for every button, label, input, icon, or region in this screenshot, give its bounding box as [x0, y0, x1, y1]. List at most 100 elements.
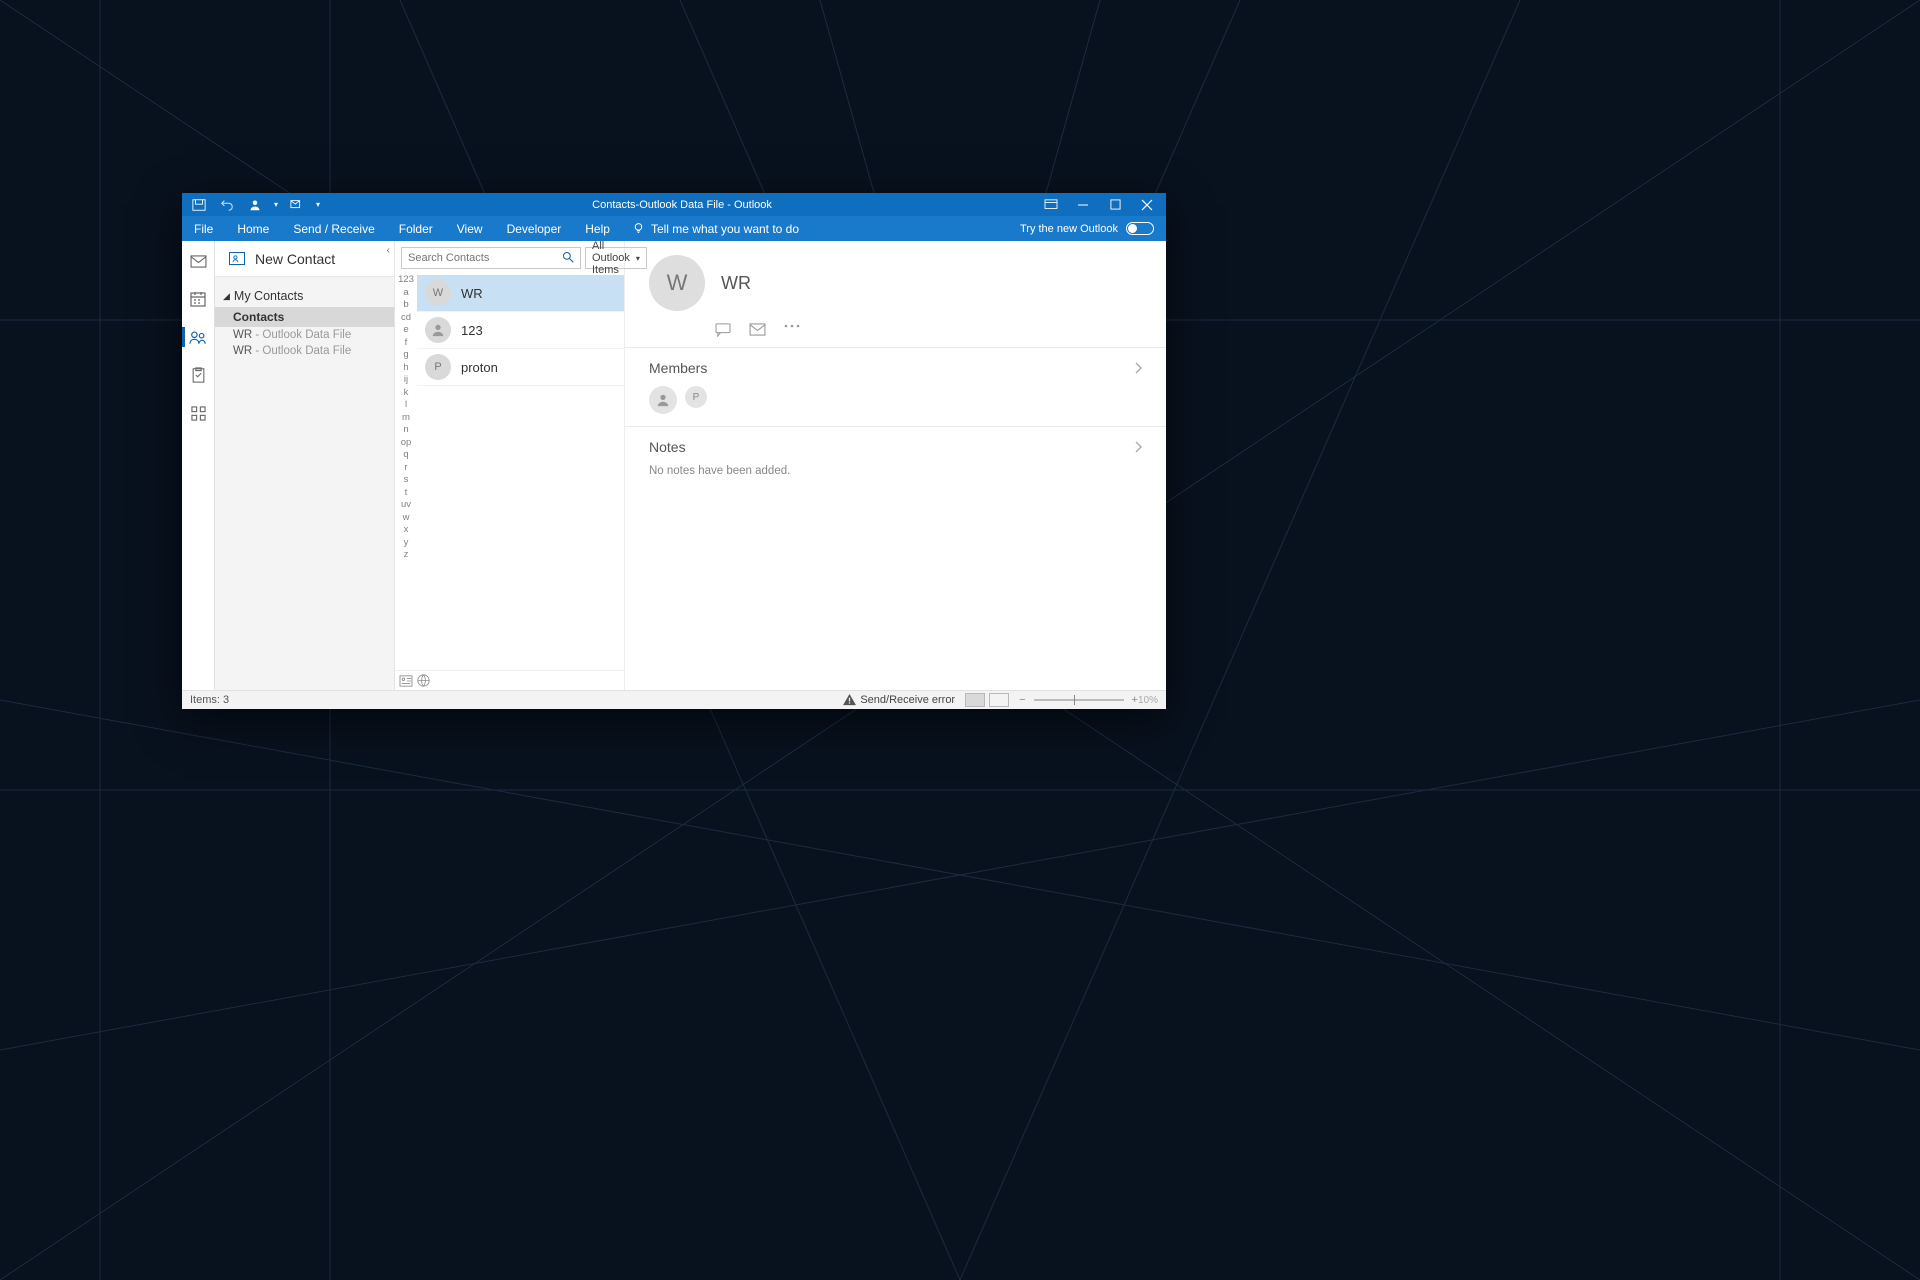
nav-tasks[interactable]	[182, 363, 215, 387]
expand-icon: ◢	[223, 291, 230, 302]
contact-list-pane: All Outlook Items ▾ 123 a b cd e f g h i…	[395, 241, 625, 690]
chevron-right-icon	[1134, 362, 1142, 374]
menu-send-receive[interactable]: Send / Receive	[281, 216, 386, 241]
menu-developer[interactable]: Developer	[495, 216, 574, 241]
folder-group-my-contacts[interactable]: ◢ My Contacts	[215, 285, 394, 307]
folder-pane: ‹ New Contact ◢ My Contacts Contacts WR …	[215, 241, 395, 690]
folder-wr-2[interactable]: WR - Outlook Data File	[215, 343, 394, 359]
alpha-jump[interactable]: q	[403, 450, 408, 460]
alpha-jump[interactable]: t	[405, 488, 408, 498]
folder-contacts[interactable]: Contacts	[215, 307, 394, 327]
member-avatar[interactable]	[649, 386, 677, 414]
menu-home[interactable]: Home	[225, 216, 281, 241]
zoom-slider[interactable]	[1034, 699, 1124, 701]
nav-people[interactable]	[182, 325, 215, 349]
alpha-jump[interactable]: b	[403, 300, 408, 310]
more-icon	[784, 323, 800, 329]
tell-me-search[interactable]: Tell me what you want to do	[622, 222, 809, 236]
folder-label: WR	[233, 329, 252, 341]
folder-suffix: - Outlook Data File	[255, 345, 351, 357]
alpha-jump[interactable]: e	[403, 325, 408, 335]
outlook-window: ▾ ▾ Contacts-Outlook Data File - Outlook…	[182, 193, 1166, 709]
window-title: Contacts-Outlook Data File - Outlook	[328, 199, 1036, 211]
minimize-button[interactable]	[1068, 193, 1098, 216]
qat-save-icon[interactable]	[190, 196, 208, 214]
folder-group-label: My Contacts	[234, 289, 303, 303]
alpha-jump[interactable]: n	[403, 425, 408, 435]
avatar	[425, 317, 451, 343]
menu-view[interactable]: View	[445, 216, 495, 241]
close-button[interactable]	[1132, 193, 1162, 216]
search-contacts-box[interactable]	[401, 247, 581, 269]
alpha-jump[interactable]: 123	[398, 275, 414, 285]
zoom-out-button[interactable]: −	[1019, 694, 1025, 706]
folder-suffix: - Outlook Data File	[255, 329, 351, 341]
alpha-jump[interactable]: k	[404, 388, 409, 398]
view-reading-button[interactable]	[989, 693, 1009, 707]
alpha-jump[interactable]: w	[403, 513, 410, 523]
contact-row-wr[interactable]: W WR	[417, 275, 624, 312]
globe-icon[interactable]	[417, 674, 430, 687]
alpha-jump[interactable]: z	[404, 550, 409, 560]
mail-icon	[749, 323, 766, 336]
chevron-right-icon	[1134, 441, 1142, 453]
chat-action[interactable]	[715, 323, 731, 337]
nav-calendar[interactable]	[182, 287, 215, 311]
search-icon[interactable]	[556, 251, 580, 266]
people-icon	[189, 330, 207, 345]
alpha-jump[interactable]: x	[404, 525, 409, 535]
toggle-switch-icon	[1126, 222, 1154, 235]
menu-help[interactable]: Help	[573, 216, 622, 241]
alpha-jump[interactable]: y	[404, 538, 409, 548]
detail-name: WR	[721, 273, 751, 294]
send-receive-icon[interactable]	[288, 196, 306, 214]
maximize-button[interactable]	[1100, 193, 1130, 216]
notes-section[interactable]: Notes No notes have been added.	[625, 426, 1166, 489]
alpha-jump[interactable]: op	[401, 438, 412, 448]
avatar: W	[425, 280, 451, 306]
email-action[interactable]	[749, 323, 766, 337]
contact-row-proton[interactable]: P proton	[417, 349, 624, 386]
status-send-receive-error[interactable]: Send/Receive error	[843, 694, 955, 706]
alpha-jump[interactable]: m	[402, 413, 410, 423]
search-input[interactable]	[402, 252, 556, 264]
nav-rail	[182, 241, 215, 690]
qat-customize-icon[interactable]: ▾	[316, 200, 320, 209]
more-action[interactable]	[784, 323, 800, 337]
alpha-jump[interactable]: l	[405, 400, 407, 410]
qat-dropdown-icon[interactable]: ▾	[274, 200, 278, 209]
view-normal-button[interactable]	[965, 693, 985, 707]
nav-mail[interactable]	[182, 249, 215, 273]
contact-detail-pane: W WR Members	[625, 241, 1166, 690]
alpha-jump[interactable]: s	[404, 475, 409, 485]
nav-more[interactable]	[182, 401, 215, 425]
alpha-jump[interactable]: a	[403, 288, 408, 298]
menu-file[interactable]: File	[182, 216, 225, 241]
members-section[interactable]: Members P	[625, 347, 1166, 426]
card-icon[interactable]	[399, 675, 413, 687]
member-avatar[interactable]: P	[685, 386, 707, 408]
tasks-icon	[191, 367, 206, 383]
alpha-jump[interactable]: h	[403, 363, 408, 373]
undo-icon[interactable]	[218, 196, 236, 214]
title-bar: ▾ ▾ Contacts-Outlook Data File - Outlook	[182, 193, 1166, 216]
alpha-jump[interactable]: r	[404, 463, 407, 473]
ribbon-display-icon[interactable]	[1036, 193, 1066, 216]
folder-label: Contacts	[233, 310, 284, 324]
contact-row-123[interactable]: 123	[417, 312, 624, 349]
try-new-outlook-toggle[interactable]: Try the new Outlook	[1020, 222, 1166, 235]
alpha-jump[interactable]: uv	[401, 500, 411, 510]
chat-icon	[715, 323, 731, 337]
alpha-jump[interactable]: ij	[404, 375, 408, 385]
person-icon	[431, 323, 445, 337]
menu-folder[interactable]: Folder	[387, 216, 445, 241]
alpha-jump[interactable]: g	[403, 350, 408, 360]
collapse-pane-icon[interactable]: ‹	[387, 245, 390, 256]
try-new-label: Try the new Outlook	[1020, 223, 1118, 235]
alpha-jump[interactable]: cd	[401, 313, 411, 323]
user-icon[interactable]	[246, 196, 264, 214]
status-bar: Items: 3 Send/Receive error − + 10%	[182, 690, 1166, 709]
new-contact-button[interactable]: New Contact	[215, 241, 394, 277]
alpha-jump[interactable]: f	[405, 338, 408, 348]
folder-wr-1[interactable]: WR - Outlook Data File	[215, 327, 394, 343]
